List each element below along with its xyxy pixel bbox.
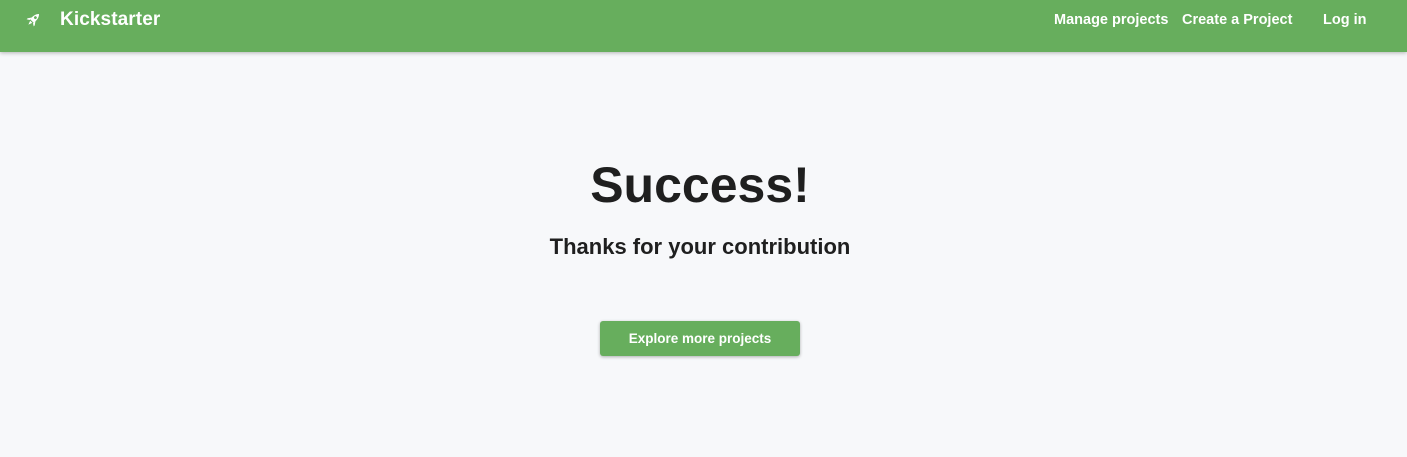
brand-link[interactable]: Kickstarter xyxy=(24,0,160,40)
nav-manage-projects-link[interactable]: Manage projects xyxy=(1054,0,1168,40)
success-title: Success! xyxy=(590,157,810,213)
explore-projects-button[interactable]: Explore more projects xyxy=(600,321,800,356)
top-navbar: Kickstarter Manage projects Create a Pro… xyxy=(0,0,1407,52)
brand-name: Kickstarter xyxy=(60,9,161,30)
nav-create-project-link[interactable]: Create a Project xyxy=(1182,0,1292,40)
main-content: Success! Thanks for your contribution Ex… xyxy=(0,52,1407,457)
nav-login-link[interactable]: Log in xyxy=(1323,0,1367,40)
success-subtitle: Thanks for your contribution xyxy=(549,234,851,259)
rocket-icon xyxy=(24,11,42,29)
